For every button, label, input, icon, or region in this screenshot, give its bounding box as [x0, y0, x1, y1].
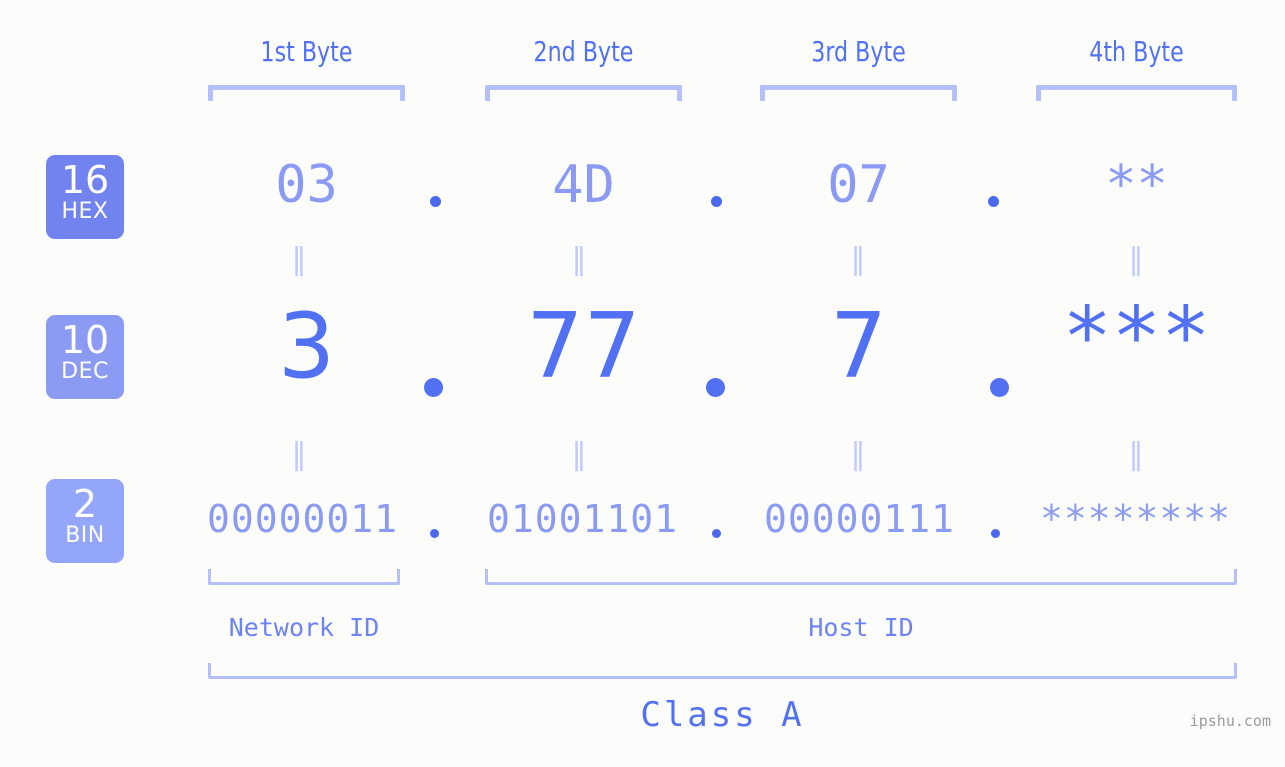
byte-bracket-2: [485, 85, 682, 101]
bin-byte-3: 00000111: [763, 497, 956, 541]
base-badge-dec-number: 10: [60, 318, 110, 362]
byte-header-2: 2nd Byte: [533, 35, 634, 68]
equality-mark-hex-dec-4: ‖: [1128, 242, 1146, 277]
dec-dot-2: [706, 378, 725, 397]
class-bracket: [208, 663, 1237, 679]
watermark: ipshu.com: [1189, 712, 1271, 730]
base-badge-hex: 16 HEX: [46, 155, 124, 239]
hex-dot-3: [988, 196, 999, 207]
hex-byte-4: **: [1105, 155, 1168, 215]
base-badge-hex-system: HEX: [61, 199, 109, 224]
hex-dot-2: [711, 196, 722, 207]
dec-byte-1: 3: [277, 294, 336, 399]
host-id-label: Host ID: [808, 613, 914, 642]
dec-byte-3: 7: [829, 294, 888, 399]
base-badge-bin: 2 BIN: [46, 479, 124, 563]
network-id-label: Network ID: [228, 613, 380, 642]
base-badge-bin-system: BIN: [65, 523, 105, 548]
hex-dot-1: [430, 196, 441, 207]
equality-mark-dec-bin-2: ‖: [571, 437, 589, 472]
equality-mark-hex-dec-1: ‖: [291, 242, 309, 277]
byte-bracket-3: [760, 85, 957, 101]
byte-header-1: 1st Byte: [260, 35, 353, 68]
bin-dot-3: [991, 529, 1000, 538]
byte-header-3: 3rd Byte: [811, 35, 906, 68]
base-badge-hex-number: 16: [60, 158, 110, 202]
dec-byte-4: ***: [1062, 290, 1211, 385]
equality-mark-hex-dec-3: ‖: [850, 242, 868, 277]
bin-byte-4: ********: [1039, 497, 1232, 541]
class-label: Class A: [640, 695, 805, 735]
byte-bracket-1: [208, 85, 405, 101]
equality-mark-dec-bin-1: ‖: [291, 437, 309, 472]
hex-byte-2: 4D: [552, 155, 615, 215]
bin-byte-1: 00000011: [206, 497, 399, 541]
base-badge-bin-number: 2: [72, 482, 98, 526]
equality-mark-dec-bin-3: ‖: [850, 437, 868, 472]
byte-header-4: 4th Byte: [1089, 35, 1184, 68]
base-badge-dec: 10 DEC: [46, 315, 124, 399]
bin-dot-1: [430, 529, 439, 538]
dec-dot-3: [990, 378, 1009, 397]
equality-mark-hex-dec-2: ‖: [571, 242, 589, 277]
byte-bracket-4: [1036, 85, 1237, 101]
network-id-bracket: [208, 569, 400, 585]
hex-byte-1: 03: [275, 155, 338, 215]
dec-dot-1: [424, 378, 443, 397]
equality-mark-dec-bin-4: ‖: [1128, 437, 1146, 472]
hex-byte-3: 07: [827, 155, 890, 215]
ip-address-breakdown-diagram: 1st Byte 2nd Byte 3rd Byte 4th Byte 16 H…: [0, 0, 1285, 767]
host-id-bracket: [485, 569, 1237, 585]
dec-byte-2: 77: [526, 294, 641, 399]
bin-byte-2: 01001101: [486, 497, 679, 541]
base-badge-dec-system: DEC: [61, 359, 109, 384]
bin-dot-2: [712, 529, 721, 538]
